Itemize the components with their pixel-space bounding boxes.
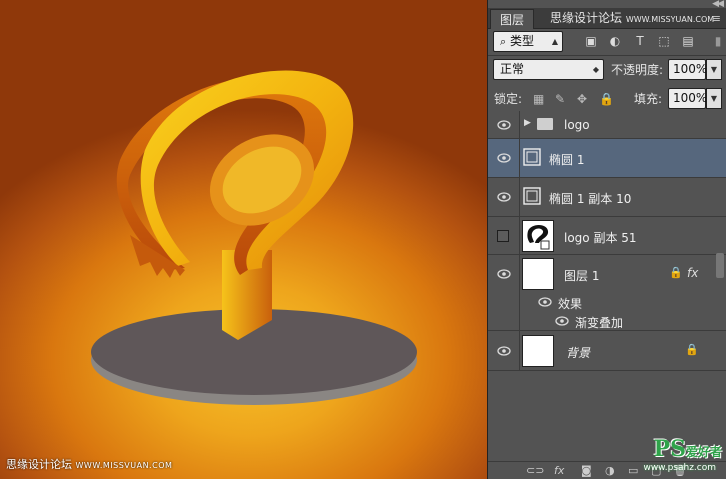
visibility-off-checkbox[interactable] [497,230,509,242]
lock-move-icon[interactable]: ✥ [577,92,587,106]
watermark-top: 思缘设计论坛 WWW.MISSYUAN.COM [550,9,714,26]
lock-icon: 🔒 [685,343,699,356]
watermark-top-text: 思缘设计论坛 [550,11,623,25]
layer-row-logo-group[interactable]: ▶ logo [488,111,726,139]
panel-menu-icon[interactable]: ≡ [712,12,721,25]
filter-toggle-icon[interactable]: ▮ [711,34,725,48]
layer-row-ellipse-1-copy-10[interactable]: 椭圆 1 副本 10 [488,178,726,217]
layer-filter-value: 类型 [510,34,535,48]
folder-icon [537,118,553,130]
layer-thumbnail [522,335,554,367]
filter-shape-icon[interactable]: ⬚ [657,34,671,48]
watermark-left-text: 思缘设计论坛 [6,458,72,471]
shape-layer-thumb-icon [523,148,541,166]
chevron-updown-icon: ▲ [551,37,558,46]
eye-icon[interactable] [497,346,511,356]
artwork-3d-logo [91,70,417,405]
divider [488,55,726,56]
eye-icon[interactable] [497,269,511,279]
lock-brush-icon[interactable]: ✎ [555,92,565,106]
search-icon: ⌕ [500,35,507,48]
watermark-ps: PS [653,436,686,462]
filter-type-icon[interactable]: T [633,34,647,48]
blend-mode-dropdown[interactable]: 正常 ◆ [493,59,604,80]
lock-label: 锁定: [494,92,523,106]
watermark-ps-url: www.psahz.com [643,463,716,473]
layer-row-logo-copy-51[interactable]: logo 副本 51 [488,217,726,255]
fill-label: 填充: [634,92,663,106]
mask-icon[interactable]: ◙ [581,464,592,477]
document-canvas[interactable]: 思缘设计论坛 WWW.MISSVUAN.COM [0,0,487,479]
folder-icon[interactable]: ▭ [628,464,638,477]
fx-icon[interactable]: fx [554,464,564,477]
layer-name: 图层 1 [564,269,600,283]
layer-name: 椭圆 1 [549,153,585,167]
chevron-updown-icon: ◆ [592,65,599,74]
layer-name: 椭圆 1 副本 10 [549,192,632,206]
eye-icon[interactable] [497,192,511,202]
layer-thumbnail [522,258,554,290]
layer-row-ellipse-1[interactable]: 椭圆 1 [488,139,726,178]
layer-name: logo [564,118,590,132]
lock-all-icon[interactable]: 🔒 [599,92,614,106]
tab-layers[interactable]: 图层 [490,9,534,29]
fill-input[interactable]: 100% [668,88,707,109]
layers-list: ▶ logo 椭圆 1 椭圆 1 副本 10 logo 副本 51 图层 1 🔒… [488,111,726,461]
filter-adjustment-icon[interactable]: ◐ [608,34,622,48]
blend-mode-value: 正常 [500,62,525,76]
watermark-left-url: WWW.MISSVUAN.COM [75,461,173,470]
layer-row-background[interactable]: 背景 🔒 [488,331,726,371]
watermark-top-url: WWW.MISSYUAN.COM [625,15,715,24]
watermark-ps-logo: PS爱好者 [654,436,722,462]
expand-triangle-icon[interactable]: ▶ [524,118,531,128]
effects-label: 效果 [558,297,583,311]
eye-icon[interactable] [555,316,569,326]
opacity-dropdown-arrow[interactable]: ▼ [706,59,722,80]
watermark-ps-text: 爱好者 [685,445,722,459]
eye-icon[interactable] [497,120,511,130]
logo-thumbnail-icon [527,225,550,250]
panel-tab-bar: 图层 思缘设计论坛 WWW.MISSYUAN.COM ≡ [488,8,726,29]
fill-dropdown-arrow[interactable]: ▼ [706,88,722,109]
layer-thumbnail [522,220,554,252]
layer-row-layer-1[interactable]: 图层 1 🔒 fx 效果 渐变叠加 [488,255,726,331]
shape-layer-thumb-icon [523,187,541,205]
layer-name: logo 副本 51 [564,231,637,245]
eye-icon[interactable] [538,297,552,307]
layer-name: 背景 [566,346,591,360]
opacity-label: 不透明度: [611,63,664,77]
eye-icon[interactable] [497,153,511,163]
scrollbar-thumb[interactable] [716,253,724,278]
lock-transparent-icon[interactable]: ▦ [533,92,544,106]
lock-icon: 🔒 [669,266,683,279]
effect-gradient-overlay[interactable]: 渐变叠加 [575,314,623,331]
layers-panel: ◀◀ 图层 思缘设计论坛 WWW.MISSYUAN.COM ≡ ⌕ 类型 ▲ ▣… [487,0,726,479]
fx-icon[interactable]: fx [687,266,698,280]
layer-filter-dropdown[interactable]: ⌕ 类型 ▲ [493,31,563,52]
watermark-left: 思缘设计论坛 WWW.MISSVUAN.COM [6,456,172,472]
filter-pixel-icon[interactable]: ▣ [584,34,598,48]
link-icon[interactable]: ⊂⊃ [526,464,544,477]
adjustment-icon[interactable]: ◑ [605,464,615,477]
filter-smartobject-icon[interactable]: ▤ [681,34,695,48]
opacity-input[interactable]: 100% [668,59,707,80]
